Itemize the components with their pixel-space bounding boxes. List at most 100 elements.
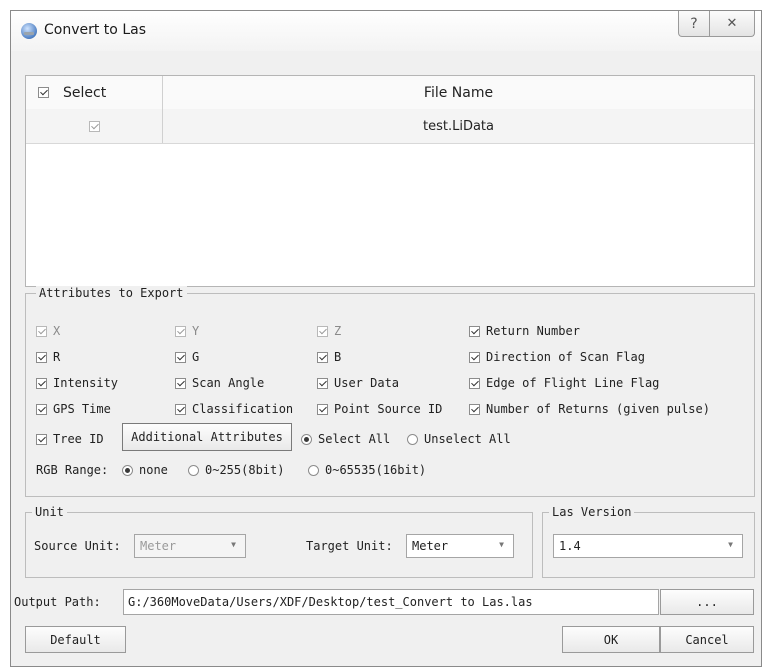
- rgb-16bit-radio[interactable]: [308, 464, 319, 476]
- attr-g-label: G: [192, 350, 200, 364]
- attr-direction-of-scan-flag-checkbox[interactable]: [469, 351, 480, 363]
- browse-button[interactable]: ...: [660, 589, 754, 615]
- output-path-input[interactable]: G:/360MoveData/Users/XDF/Desktop/test_Co…: [123, 589, 659, 615]
- row-select-checkbox[interactable]: [88, 120, 100, 132]
- title-bar[interactable]: Convert to Las ? ✕: [11, 11, 761, 51]
- attr-edge-of-flight-line-flag[interactable]: Edge of Flight Line Flag: [469, 376, 659, 390]
- attr-y[interactable]: Y: [175, 324, 199, 338]
- convert-dialog: Convert to Las ? ✕ Select File Name test…: [10, 10, 762, 667]
- attr-r[interactable]: R: [36, 350, 60, 364]
- attr-number-of-returns[interactable]: Number of Returns (given pulse): [469, 402, 710, 416]
- las-version-value: 1.4: [559, 539, 581, 553]
- rgb-range-label: RGB Range:: [36, 463, 109, 477]
- attr-return-number-label: Return Number: [486, 324, 580, 338]
- chevron-down-icon: ▼: [499, 540, 504, 549]
- attr-x[interactable]: X: [36, 324, 60, 338]
- attr-z-label: Z: [334, 324, 342, 338]
- app-globe-icon: [21, 23, 37, 39]
- rgb-none-option[interactable]: none: [122, 463, 168, 477]
- rgb-8bit-label: 0~255(8bit): [205, 463, 285, 477]
- target-unit-value: Meter: [412, 539, 449, 553]
- close-icon: ✕: [726, 16, 738, 31]
- attr-gps-time[interactable]: GPS Time: [36, 402, 111, 416]
- source-unit-label: Source Unit:: [34, 539, 121, 553]
- rgb-8bit-option[interactable]: 0~255(8bit): [188, 463, 284, 477]
- attr-user-data-label: User Data: [334, 376, 400, 390]
- select-all-files-checkbox[interactable]: [38, 87, 49, 98]
- attr-gps-time-label: GPS Time: [53, 402, 111, 416]
- target-unit-label: Target Unit:: [306, 539, 393, 553]
- header-select-cell: Select: [26, 76, 163, 109]
- rgb-8bit-radio[interactable]: [188, 464, 199, 476]
- attr-g-checkbox[interactable]: [175, 351, 186, 363]
- attr-point-source-id-checkbox[interactable]: [317, 403, 328, 415]
- unit-legend: Unit: [32, 505, 67, 519]
- attr-number-of-returns-checkbox[interactable]: [469, 403, 480, 415]
- attributes-group: Attributes to Export X Y Z Return Number…: [25, 286, 755, 497]
- unselect-all-radio[interactable]: [407, 433, 418, 445]
- las-version-legend: Las Version: [549, 505, 635, 519]
- attr-g[interactable]: G: [175, 350, 199, 364]
- attr-classification[interactable]: Classification: [175, 402, 293, 416]
- las-version-group: Las Version 1.4 ▼: [542, 505, 755, 578]
- cancel-button[interactable]: Cancel: [660, 626, 754, 653]
- additional-attributes-button[interactable]: Additional Attributes: [122, 423, 292, 451]
- rgb-none-label: none: [139, 463, 168, 477]
- rgb-16bit-option[interactable]: 0~65535(16bit): [308, 463, 426, 477]
- unselect-all-label: Unselect All: [424, 432, 511, 446]
- attr-classification-checkbox[interactable]: [175, 403, 186, 415]
- attr-y-checkbox[interactable]: [175, 325, 186, 337]
- attr-b-checkbox[interactable]: [317, 351, 328, 363]
- attr-direction-of-scan-flag[interactable]: Direction of Scan Flag: [469, 350, 645, 364]
- attr-tree-id[interactable]: Tree ID: [36, 432, 104, 446]
- attr-return-number-checkbox[interactable]: [469, 325, 480, 337]
- attr-point-source-id-label: Point Source ID: [334, 402, 443, 416]
- rgb-16bit-label: 0~65535(16bit): [325, 463, 427, 477]
- attr-z-checkbox[interactable]: [317, 325, 328, 337]
- source-unit-select[interactable]: Meter ▼: [134, 534, 246, 558]
- select-all-radio-option[interactable]: Select All: [301, 432, 390, 446]
- close-button[interactable]: ✕: [710, 11, 755, 37]
- unselect-all-radio-option[interactable]: Unselect All: [407, 432, 511, 446]
- attr-z[interactable]: Z: [317, 324, 341, 338]
- file-table: Select File Name test.LiData: [25, 75, 755, 287]
- help-button[interactable]: ?: [678, 11, 710, 37]
- attr-user-data-checkbox[interactable]: [317, 377, 328, 389]
- attr-y-label: Y: [192, 324, 200, 338]
- attr-return-number[interactable]: Return Number: [469, 324, 580, 338]
- attr-point-source-id[interactable]: Point Source ID: [317, 402, 442, 416]
- attr-tree-id-checkbox[interactable]: [36, 433, 47, 445]
- attr-classification-label: Classification: [192, 402, 294, 416]
- attr-scan-angle-checkbox[interactable]: [175, 377, 186, 389]
- target-unit-select[interactable]: Meter ▼: [406, 534, 514, 558]
- attr-b[interactable]: B: [317, 350, 341, 364]
- attr-edge-of-flight-line-flag-label: Edge of Flight Line Flag: [486, 376, 660, 390]
- las-version-select[interactable]: 1.4 ▼: [553, 534, 743, 558]
- output-path-label: Output Path:: [14, 595, 101, 609]
- attr-r-label: R: [53, 350, 61, 364]
- attr-r-checkbox[interactable]: [36, 351, 47, 363]
- chevron-down-icon: ▼: [231, 540, 236, 549]
- default-button[interactable]: Default: [25, 626, 126, 653]
- select-all-label: Select All: [318, 432, 391, 446]
- chevron-down-icon: ▼: [728, 540, 733, 549]
- attr-gps-time-checkbox[interactable]: [36, 403, 47, 415]
- ok-button[interactable]: OK: [562, 626, 660, 653]
- row-select-cell: [26, 109, 163, 143]
- attr-direction-of-scan-flag-label: Direction of Scan Flag: [486, 350, 645, 364]
- column-header-file-name: File Name: [423, 84, 494, 101]
- help-icon: ?: [690, 15, 698, 32]
- attr-intensity[interactable]: Intensity: [36, 376, 118, 390]
- attr-x-checkbox[interactable]: [36, 325, 47, 337]
- rgb-none-radio[interactable]: [122, 464, 133, 476]
- attr-edge-of-flight-line-flag-checkbox[interactable]: [469, 377, 480, 389]
- table-header: Select File Name: [26, 76, 754, 110]
- attr-scan-angle[interactable]: Scan Angle: [175, 376, 264, 390]
- attr-intensity-label: Intensity: [53, 376, 119, 390]
- row-file-name: test.LiData: [423, 118, 494, 134]
- attr-intensity-checkbox[interactable]: [36, 377, 47, 389]
- attr-user-data[interactable]: User Data: [317, 376, 399, 390]
- column-header-select: Select: [63, 84, 107, 101]
- select-all-radio[interactable]: [301, 433, 312, 445]
- table-row[interactable]: test.LiData: [26, 109, 754, 144]
